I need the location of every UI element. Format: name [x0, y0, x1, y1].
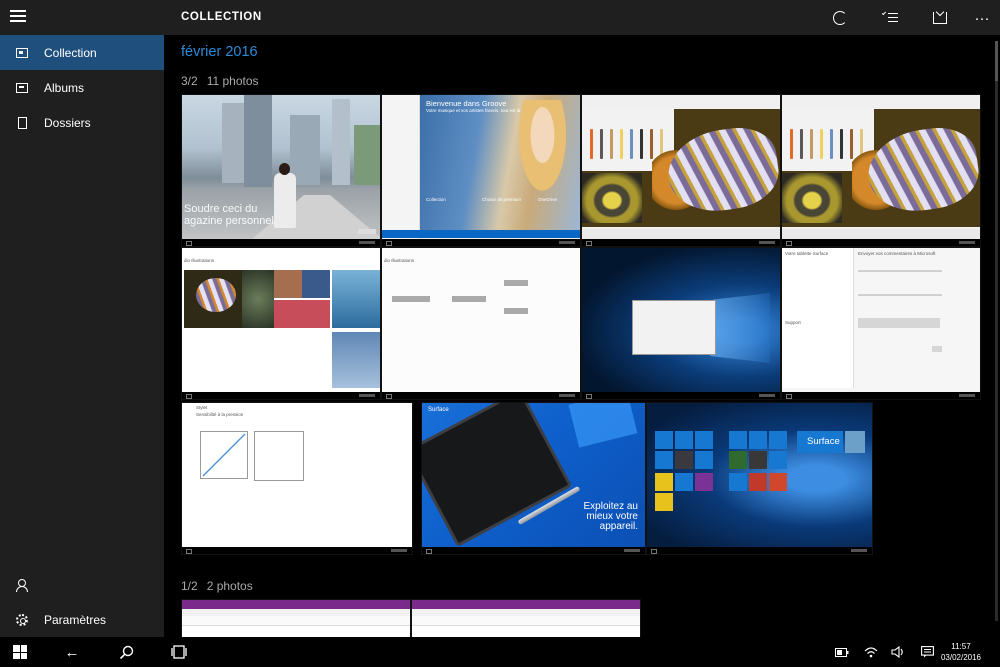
- notification-icon: [920, 646, 934, 658]
- photo-thumbnail[interactable]: Surface: [646, 402, 873, 555]
- thumb-text: Support: [785, 320, 801, 325]
- action-center-button[interactable]: [920, 644, 934, 660]
- account-button[interactable]: [0, 567, 164, 602]
- thumb-text: Choisir de premium: [482, 197, 522, 202]
- group-header[interactable]: 1/2 2 photos: [181, 579, 253, 593]
- task-view-button[interactable]: [170, 644, 188, 660]
- group-date: 1/2: [181, 579, 198, 593]
- photo-thumbnail[interactable]: Soudre ceci du agazine personnel: [181, 94, 381, 247]
- import-icon: [933, 12, 947, 24]
- wifi-icon: [864, 647, 878, 658]
- sidebar: Collection Albums Dossiers Paramètres: [0, 0, 164, 637]
- thumb-text: appareil.: [599, 521, 638, 532]
- album-icon: [16, 82, 28, 93]
- sidebar-item-collection[interactable]: Collection: [0, 35, 164, 70]
- wifi-indicator[interactable]: [864, 644, 878, 660]
- group-count: 11 photos: [206, 74, 259, 88]
- thumb-text: dio Illustrations: [184, 258, 215, 263]
- windows-icon: [13, 645, 27, 659]
- thumb-text: Bienvenue dans Groove: [426, 99, 507, 108]
- thumb-text: Envoyer vos commentaires à Microsoft: [858, 251, 936, 256]
- more-icon: ···: [974, 9, 990, 27]
- settings-label: Paramètres: [44, 612, 107, 627]
- photo-collection: février 2016 3/2 11 photos Soudre ceci du…: [164, 35, 1000, 637]
- hamburger-menu-icon[interactable]: [10, 10, 26, 24]
- clock-date: 03/02/2016: [940, 653, 981, 662]
- photo-thumbnail[interactable]: [581, 94, 781, 247]
- photo-thumbnail[interactable]: Votre tablette Surface Support Envoyer v…: [781, 247, 981, 400]
- more-button[interactable]: ···: [969, 5, 995, 31]
- thumb-text: Stylet: [196, 405, 208, 410]
- sidebar-item-dossiers[interactable]: Dossiers: [0, 105, 164, 140]
- pressure-curve-icon: [202, 433, 246, 477]
- thumb-text: Surface: [428, 407, 449, 413]
- sidebar-item-label: Albums: [44, 80, 85, 95]
- back-button[interactable]: ←: [63, 643, 81, 661]
- thumb-text: Surface: [807, 436, 840, 447]
- thumb-text: agazine personnel: [184, 215, 274, 227]
- select-icon: [881, 10, 898, 24]
- sidebar-item-label: Dossiers: [44, 115, 91, 130]
- month-heading[interactable]: février 2016: [181, 44, 258, 60]
- start-button[interactable]: [12, 644, 28, 660]
- thumb-text: dio Illustrations: [384, 258, 415, 263]
- vertical-scrollbar[interactable]: [995, 41, 998, 621]
- refresh-icon: [833, 11, 847, 25]
- taskbar: ← 11:57 03/02/2016: [0, 637, 1000, 667]
- back-arrow-icon: ←: [64, 643, 80, 661]
- thumb-text: Votre tablette Surface: [785, 251, 829, 256]
- photo-thumbnail[interactable]: Surface Exploitez au mieux votre apparei…: [421, 402, 646, 555]
- person-figure: [274, 163, 296, 228]
- folder-icon: [17, 116, 27, 129]
- photo-thumbnail[interactable]: Bienvenue dans Groove Votre musique et v…: [381, 94, 581, 247]
- photo-thumbnail[interactable]: dio Illustrations: [181, 247, 381, 400]
- volume-icon: [891, 646, 903, 658]
- select-button[interactable]: [877, 5, 903, 31]
- photo-thumbnail[interactable]: Stylet Sensibilité à la pression: [181, 402, 413, 555]
- settings-button[interactable]: Paramètres: [0, 602, 164, 637]
- search-icon: [119, 645, 133, 659]
- group-header[interactable]: 3/2 11 photos: [181, 74, 259, 88]
- sidebar-item-albums[interactable]: Albums: [0, 70, 164, 105]
- gear-icon: [16, 613, 28, 626]
- battery-icon: [835, 647, 849, 657]
- photos-icon: [16, 47, 28, 58]
- thumb-text: OneDrive: [538, 197, 558, 202]
- import-button[interactable]: [927, 5, 953, 31]
- photo-thumbnail[interactable]: [181, 599, 411, 637]
- photo-thumbnail[interactable]: dio Illustrations: [381, 247, 581, 400]
- header: COLLECTION ···: [164, 0, 1000, 35]
- task-view-icon: [171, 645, 187, 659]
- thumb-text: Soudre ceci du: [184, 203, 258, 215]
- photo-thumbnail[interactable]: [781, 94, 981, 247]
- user-icon: [16, 578, 28, 592]
- system-clock[interactable]: 11:57 03/02/2016: [941, 641, 981, 663]
- search-button[interactable]: [117, 644, 135, 660]
- photo-thumbnail[interactable]: [581, 247, 781, 400]
- sidebar-item-label: Collection: [44, 45, 97, 60]
- thumb-text: Sensibilité à la pression: [196, 412, 244, 417]
- clock-time: 11:57: [951, 642, 971, 651]
- thumb-text: Votre musique et vos artistes favoris, t…: [426, 108, 521, 113]
- group-count: 2 photos: [206, 579, 253, 593]
- page-title: COLLECTION: [181, 11, 262, 23]
- thumb-text: Collection: [426, 197, 446, 202]
- refresh-button[interactable]: [827, 5, 853, 31]
- photo-thumbnail[interactable]: [411, 599, 641, 637]
- volume-indicator[interactable]: [891, 644, 905, 660]
- group-date: 3/2: [181, 74, 198, 88]
- battery-indicator[interactable]: [835, 644, 849, 660]
